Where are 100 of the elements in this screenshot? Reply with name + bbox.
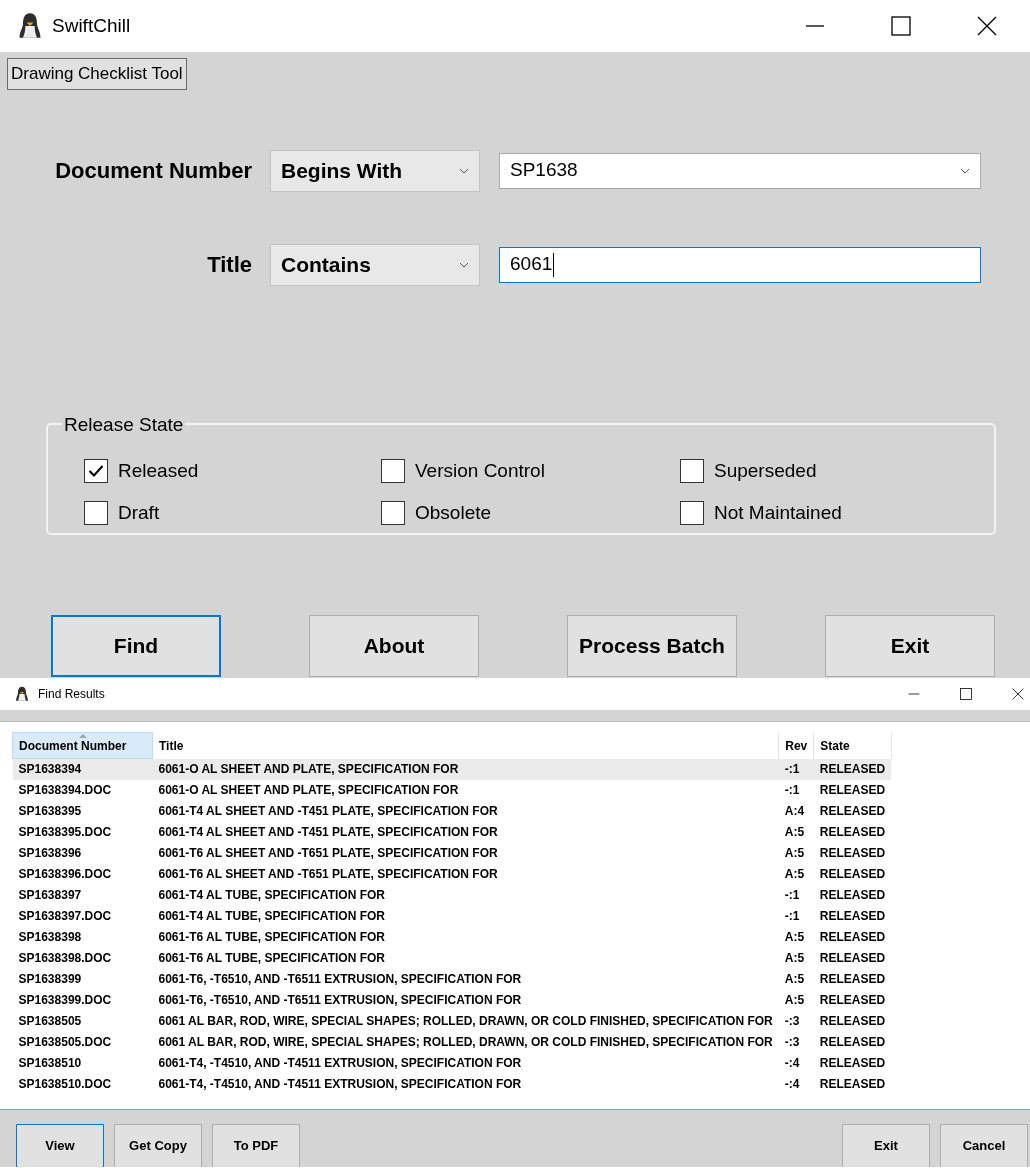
column-header[interactable]: Document Number	[12, 732, 153, 759]
table-cell-text: RELEASED	[818, 950, 887, 967]
input-field[interactable]: 6061	[499, 246, 981, 283]
table-cell-text: 6061 AL BAR, ROD, WIRE, SPECIAL SHAPES; ROLLED, DRAWN, OR COLD FINISHED, SPECIFICATION FOR	[157, 1013, 774, 1030]
table-cell: RELEASED	[813, 779, 892, 801]
table-cell-text: RELEASED	[818, 887, 887, 904]
table-cell-text: SP1638397.DOC	[17, 908, 113, 925]
table-cell-text: 6061-T6 AL SHEET AND -T651 PLATE, SPECIFICATION FOR	[157, 866, 499, 883]
table-cell: SP1638394.DOC	[12, 779, 153, 801]
table-cell-text: 6061-T4 AL SHEET AND -T451 PLATE, SPECIFICATION FOR	[157, 824, 499, 841]
window-title: Find Results	[38, 686, 105, 703]
column-header[interactable]: Rev	[778, 732, 814, 759]
table-cell: 6061-O AL SHEET AND PLATE, SPECIFICATION FOR	[152, 779, 779, 801]
table-cell-text: SP1638396.DOC	[17, 866, 113, 883]
table-cell-text: A:5	[783, 824, 806, 841]
checkbox-label: Draft	[118, 501, 160, 525]
checkbox[interactable]	[381, 458, 405, 483]
table-cell-text: SP1638398	[17, 929, 83, 946]
table-cell-text: -:3	[783, 1013, 801, 1030]
table-cell-text: SP1638397	[17, 887, 83, 904]
checkbox[interactable]	[680, 501, 704, 526]
action-button[interactable]: Find	[51, 614, 221, 677]
combo-field[interactable]: SP1638	[499, 152, 981, 189]
table-cell-text: -:1	[783, 908, 801, 925]
action-button[interactable]: Process Batch	[567, 614, 737, 677]
penguin-icon	[14, 686, 30, 702]
table-cell-text: 6061 AL BAR, ROD, WIRE, SPECIAL SHAPES; ROLLED, DRAWN, OR COLD FINISHED, SPECIFICATION FOR	[157, 1034, 774, 1051]
checkbox-label: Obsolete	[415, 501, 492, 525]
table-cell-text: -:4	[783, 1055, 801, 1072]
table-cell-text: RELEASED	[818, 929, 887, 946]
field-label: Document Number	[54, 157, 253, 185]
table-cell-text: -:3	[783, 1034, 801, 1051]
action-button[interactable]: Exit	[825, 614, 995, 677]
table-cell-text: 6061-T4 AL TUBE, SPECIFICATION FOR	[157, 908, 386, 925]
table-cell-text: SP1638399	[17, 971, 83, 988]
table-cell-text: SP1638396	[17, 845, 83, 862]
maximize-icon[interactable]	[891, 16, 911, 36]
table-cell-text: A:5	[783, 929, 806, 946]
table-cell-text: RELEASED	[818, 1055, 887, 1072]
table-cell-text: 6061-T4 AL TUBE, SPECIFICATION FOR	[157, 887, 386, 904]
action-button[interactable]: To PDF	[212, 1124, 300, 1167]
table-cell-text: A:5	[783, 845, 806, 862]
table-cell-text: 6061-T4, -T4510, AND -T4511 EXTRUSION, SPECIFICATION FOR	[157, 1076, 523, 1093]
checkbox-label: Released	[118, 458, 199, 483]
table-cell-text: 6061-T4 AL SHEET AND -T451 PLATE, SPECIFICATION FOR	[157, 803, 499, 820]
checkbox-label: Version Control	[415, 458, 545, 483]
table-cell: -:1	[778, 779, 814, 801]
close-icon[interactable]	[977, 16, 997, 36]
table-cell-text: 6061-T6 AL TUBE, SPECIFICATION FOR	[157, 950, 386, 967]
checkbox[interactable]	[381, 501, 405, 526]
table-cell-text: -:1	[783, 887, 801, 904]
table-cell-text: SP1638395.DOC	[17, 824, 113, 841]
column-header[interactable]: State	[813, 732, 892, 759]
table-cell-text: RELEASED	[818, 866, 887, 883]
table-cell-text: A:4	[783, 803, 806, 820]
table-cell-text: A:5	[783, 992, 806, 1009]
table-cell-text: -:4	[783, 1076, 801, 1093]
checkbox-label: Not Maintained	[714, 501, 842, 525]
table-cell-text: 6061-T6, -T6510, AND -T6511 EXTRUSION, SPECIFICATION FOR	[157, 992, 523, 1009]
checkbox[interactable]	[84, 501, 108, 526]
table-cell-text: 6061-T6 AL TUBE, SPECIFICATION FOR	[157, 929, 386, 946]
checkbox[interactable]	[84, 458, 108, 483]
table-cell-text: SP1638398.DOC	[17, 950, 113, 967]
table-cell-text: A:5	[783, 866, 806, 883]
table-cell-text: RELEASED	[818, 992, 887, 1009]
table-cell-text: SP1638510	[17, 1055, 83, 1072]
table-cell-text: RELEASED	[818, 1076, 887, 1093]
table-cell-text: RELEASED	[818, 845, 887, 862]
table-cell-text: A:5	[783, 950, 806, 967]
action-button[interactable]: Exit	[842, 1124, 930, 1167]
table-cell-text: SP1638399.DOC	[17, 992, 113, 1009]
sort-arrow-icon	[78, 734, 87, 738]
table-cell: SP1638394	[12, 758, 153, 780]
action-button[interactable]: View	[16, 1124, 104, 1167]
table-cell-text: SP1638510.DOC	[17, 1076, 113, 1093]
close-icon[interactable]	[1012, 688, 1024, 700]
checkbox[interactable]	[680, 458, 704, 483]
text-cursor	[553, 252, 555, 277]
table-cell-text: SP1638505.DOC	[17, 1034, 113, 1051]
table-cell-text: A:5	[783, 971, 806, 988]
chevron-down-icon	[459, 261, 469, 268]
table-cell-text: RELEASED	[818, 824, 887, 841]
action-button[interactable]: Get Copy	[114, 1124, 202, 1167]
operator-dropdown[interactable]: Contains	[270, 243, 480, 286]
table-cell-text: SP1638395	[17, 803, 83, 820]
tool-label: Drawing Checklist Tool	[7, 58, 187, 90]
field-label: Title	[206, 251, 253, 279]
table-cell-text: 6061-T4, -T4510, AND -T4511 EXTRUSION, SPECIFICATION FOR	[157, 1055, 523, 1072]
checkbox-label: Superseded	[714, 458, 817, 483]
action-button[interactable]: About	[309, 614, 479, 677]
maximize-icon[interactable]	[960, 688, 972, 700]
table-cell-text: RELEASED	[818, 1013, 887, 1030]
checkmark-icon	[88, 463, 104, 478]
action-button[interactable]: Cancel	[940, 1124, 1028, 1167]
operator-dropdown[interactable]: Begins With	[270, 149, 480, 192]
table-cell-text: RELEASED	[818, 908, 887, 925]
table-cell-text: RELEASED	[818, 971, 887, 988]
chevron-down-icon	[960, 167, 970, 174]
column-header[interactable]: Title	[152, 732, 779, 759]
table-cell: 6061-O AL SHEET AND PLATE, SPECIFICATION FOR	[152, 758, 779, 780]
